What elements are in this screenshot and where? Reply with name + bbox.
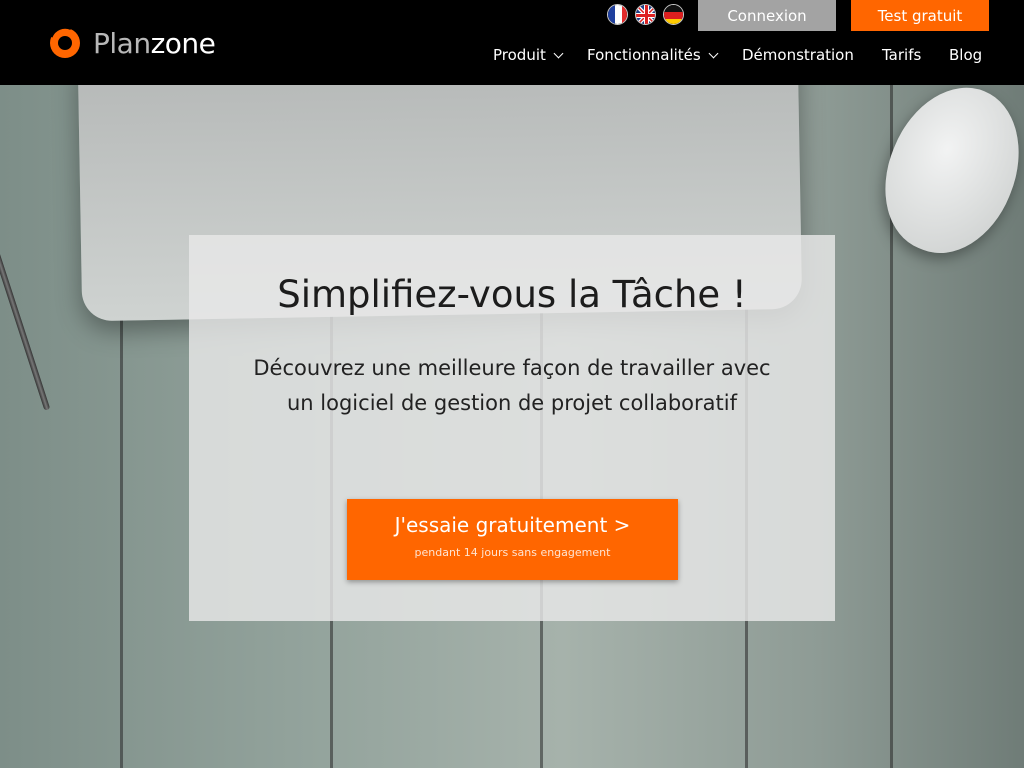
- pen-image: [0, 209, 51, 411]
- chevron-down-icon: [708, 48, 719, 58]
- logo-text: Planzone: [93, 26, 216, 60]
- hero-title: Simplifiez-vous la Tâche !: [277, 273, 747, 316]
- hero-subtitle: Découvrez une meilleure façon de travail…: [229, 351, 795, 421]
- hero-card: Simplifiez-vous la Tâche ! Découvrez une…: [189, 235, 835, 621]
- hero-subtitle-line1: Découvrez une meilleure façon de travail…: [253, 356, 771, 380]
- chevron-down-icon: [553, 48, 564, 58]
- nav-item-produit[interactable]: Produit: [493, 46, 587, 64]
- nav-item-fonctionnalites[interactable]: Fonctionnalités: [587, 46, 742, 64]
- nav-item-blog[interactable]: Blog: [949, 46, 982, 64]
- flag-france-icon[interactable]: [607, 4, 628, 25]
- cta-note: pendant 14 jours sans engagement: [414, 546, 611, 559]
- free-trial-cta-button[interactable]: J'essaie gratuitement > pendant 14 jours…: [347, 499, 678, 580]
- free-trial-button[interactable]: Test gratuit: [851, 0, 989, 31]
- nav-item-tarifs[interactable]: Tarifs: [882, 46, 949, 64]
- mouse-image: [862, 85, 1024, 273]
- nav-item-label: Démonstration: [742, 46, 854, 64]
- planzone-logo-icon: [47, 25, 83, 61]
- nav-item-demonstration[interactable]: Démonstration: [742, 46, 882, 64]
- main-nav: Produit Fonctionnalités Démonstration Ta…: [493, 44, 982, 66]
- nav-item-label: Blog: [949, 46, 983, 64]
- site-header: Planzone Connexion Test gratuit Produit …: [0, 0, 1024, 85]
- logo-text-plan: Plan: [93, 26, 151, 60]
- language-switcher: [607, 4, 684, 25]
- login-button[interactable]: Connexion: [698, 0, 836, 31]
- nav-item-label: Produit: [493, 46, 546, 64]
- flag-germany-icon[interactable]: [663, 4, 684, 25]
- hero-subtitle-line2: un logiciel de gestion de projet collabo…: [287, 391, 737, 415]
- nav-item-label: Fonctionnalités: [587, 46, 701, 64]
- cta-label: J'essaie gratuitement >: [394, 513, 631, 537]
- nav-item-label: Tarifs: [882, 46, 922, 64]
- planzone-logo[interactable]: Planzone: [47, 25, 216, 61]
- flag-uk-icon[interactable]: [635, 4, 656, 25]
- hero-section: Simplifiez-vous la Tâche ! Découvrez une…: [0, 85, 1024, 768]
- logo-text-zone: zone: [150, 26, 216, 60]
